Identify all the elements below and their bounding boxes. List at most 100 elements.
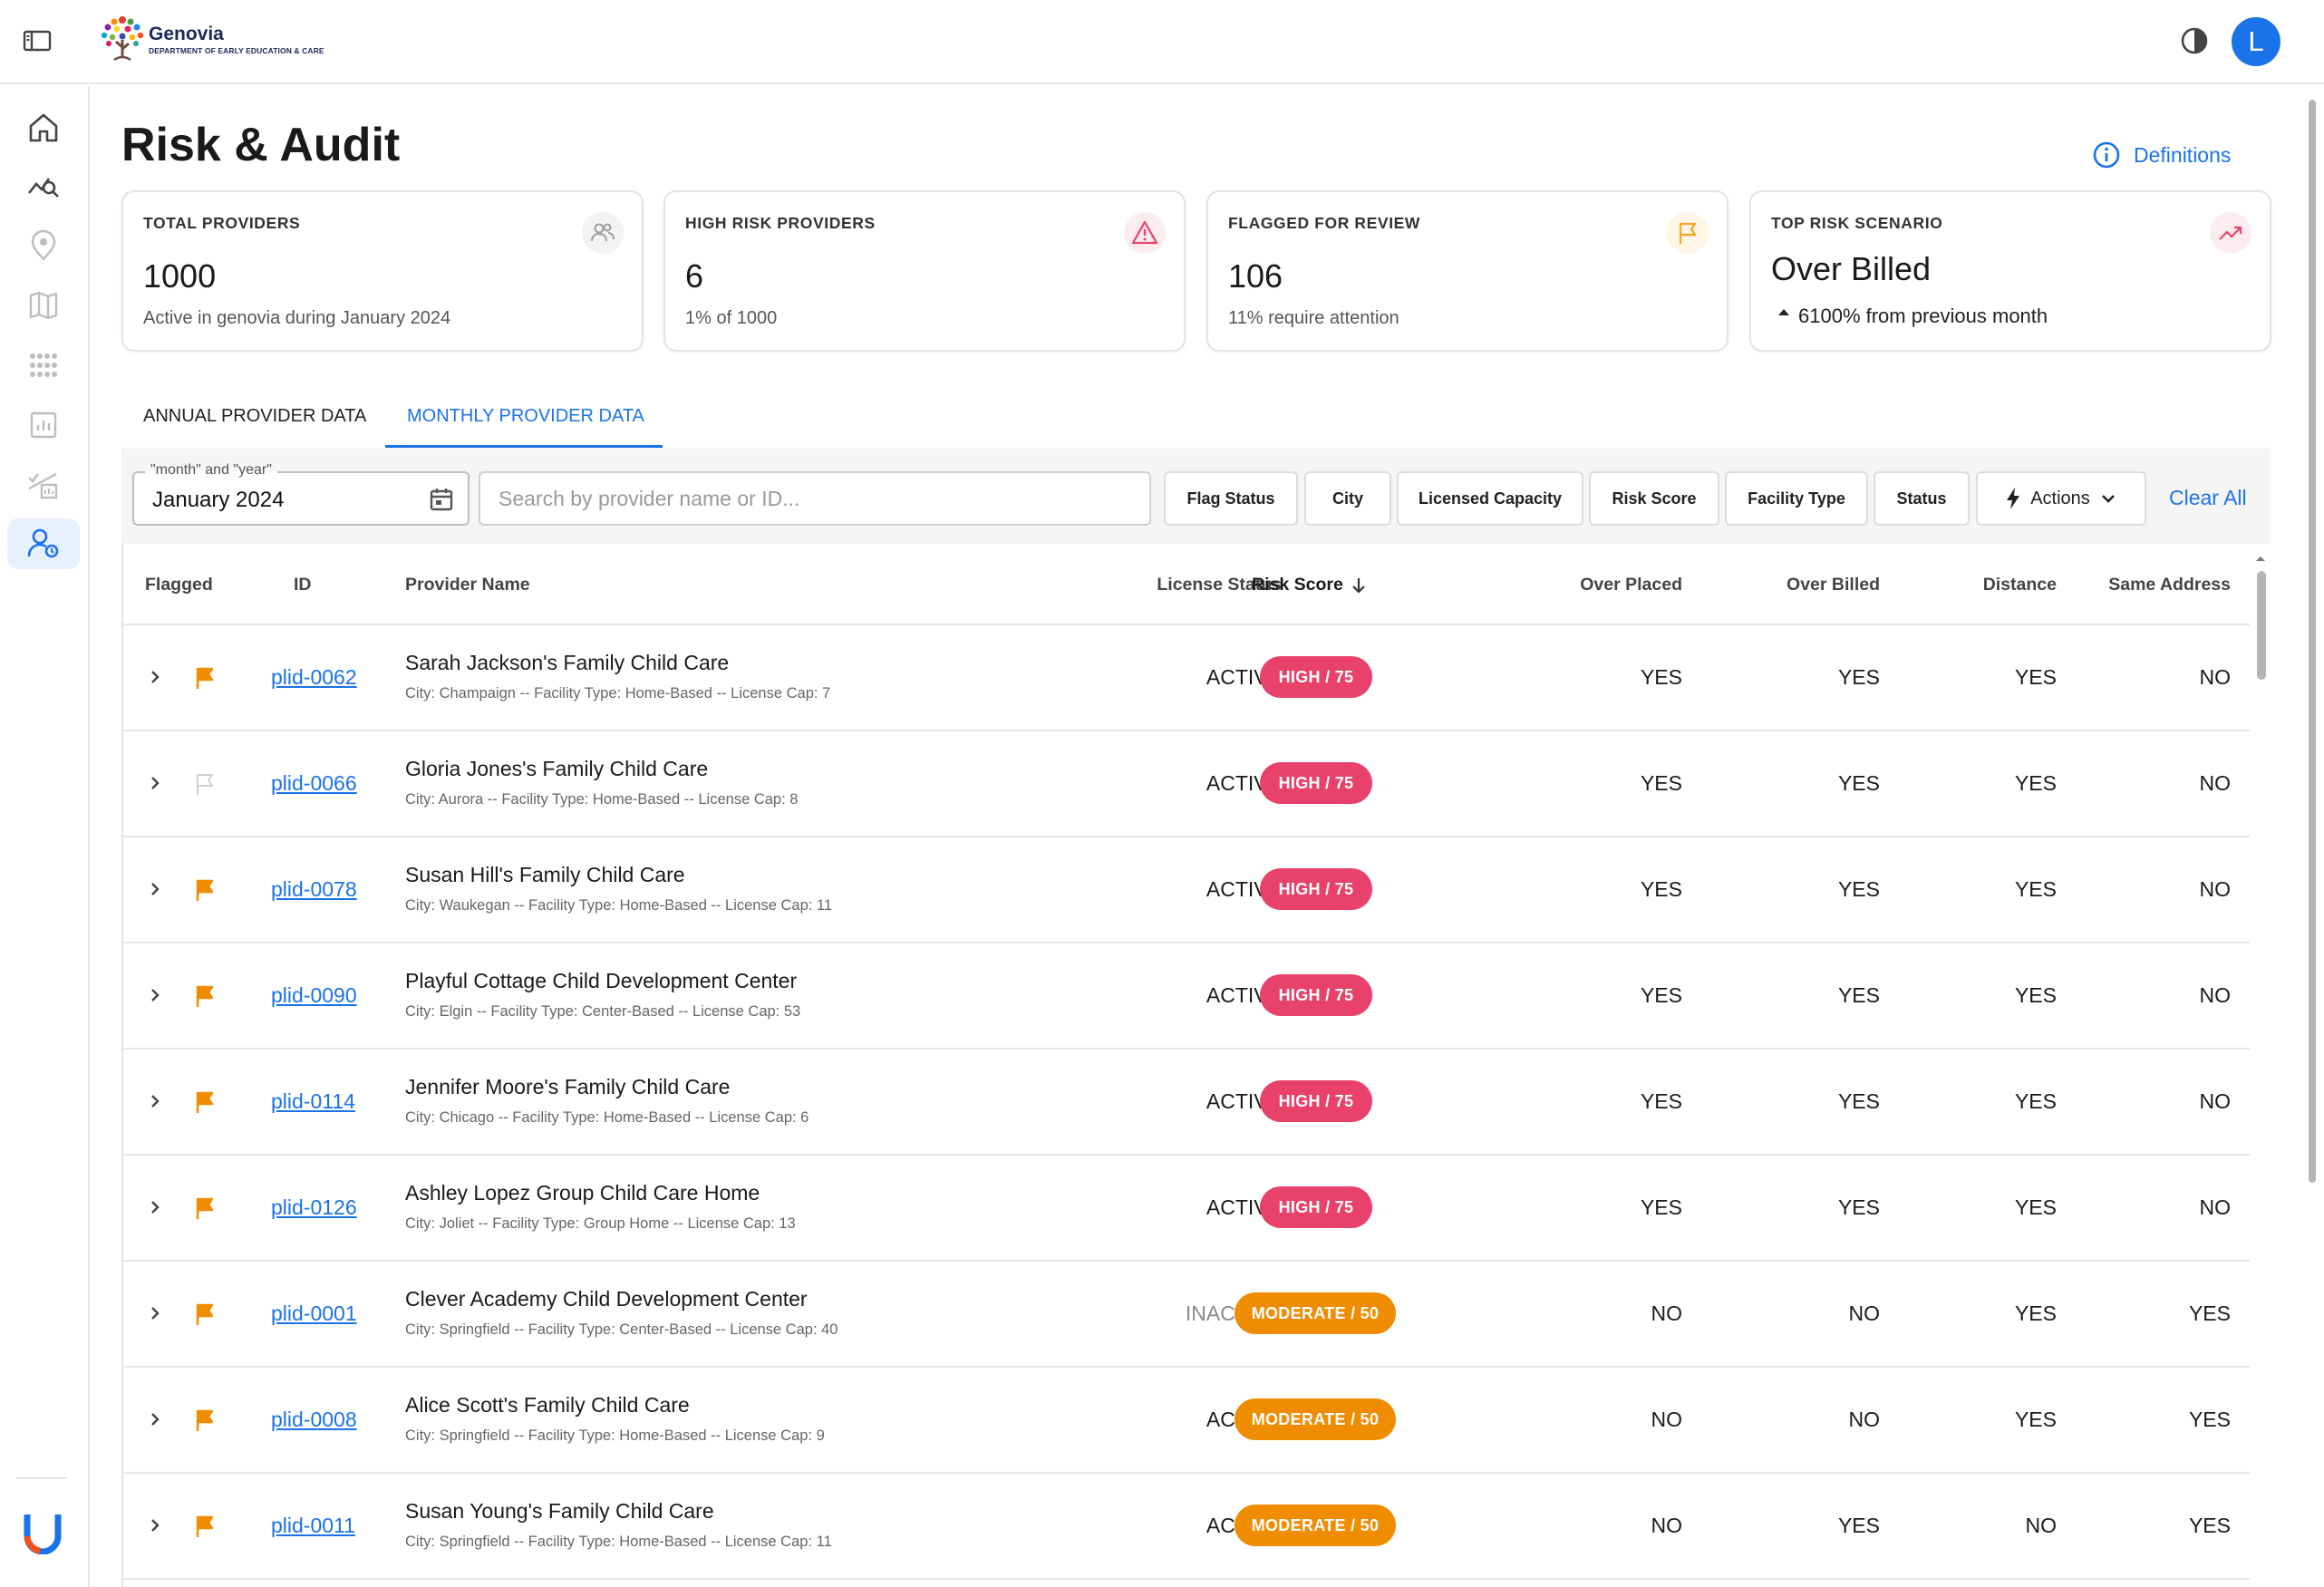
flag-filled-icon[interactable] xyxy=(192,1514,218,1539)
tab-annual-provider-data[interactable]: ANNUAL PROVIDER DATA xyxy=(143,390,366,448)
provider-id-link[interactable]: plid-0114 xyxy=(271,1089,355,1114)
risk-score-badge: MODERATE / 50 xyxy=(1235,1398,1396,1440)
table-row[interactable]: plid-0114 Jennifer Moore's Family Child C… xyxy=(123,1050,2250,1156)
top-bar: Genovia DEPARTMENT OF EARLY EDUCATION & … xyxy=(0,0,2324,84)
brand-subtitle: DEPARTMENT OF EARLY EDUCATION & CARE xyxy=(149,46,324,55)
calendar-icon[interactable] xyxy=(428,486,455,513)
genovia-logo-icon[interactable] xyxy=(94,13,150,65)
col-same-address[interactable]: Same Address xyxy=(2108,575,2231,595)
col-over-billed[interactable]: Over Billed xyxy=(1787,575,1880,595)
same-address-value: NO xyxy=(2199,665,2232,689)
filter-city-button[interactable]: City xyxy=(1304,471,1391,526)
user-avatar[interactable]: L xyxy=(2232,17,2280,66)
filter-facility-type-button[interactable]: Facility Type xyxy=(1725,471,1868,526)
provider-id-link[interactable]: plid-0011 xyxy=(271,1514,355,1538)
provider-meta: City: Champaign -- Facility Type: Home-B… xyxy=(405,685,831,702)
expand-row-chevron-icon[interactable] xyxy=(145,985,165,1005)
risk-score-badge: MODERATE / 50 xyxy=(1235,1292,1396,1334)
provider-search-input[interactable] xyxy=(479,471,1151,526)
kpi-label: TOP RISK SCENARIO xyxy=(1771,214,1943,232)
flag-filled-icon[interactable] xyxy=(192,1195,218,1221)
flag-filled-icon[interactable] xyxy=(192,983,218,1009)
table-row[interactable]: plid-0090 Playful Cottage Child Developme… xyxy=(123,943,2250,1050)
table-scrollbar-thumb[interactable] xyxy=(2257,571,2266,680)
provider-id-link[interactable]: plid-0066 xyxy=(271,771,357,796)
expand-row-chevron-icon[interactable] xyxy=(145,1091,165,1111)
filter-risk-score-button[interactable]: Risk Score xyxy=(1589,471,1719,526)
nav-analytics-search-icon[interactable] xyxy=(20,162,67,209)
table-row[interactable]: plid-0062 Sarah Jackson's Family Child Ca… xyxy=(123,625,2250,731)
expand-row-chevron-icon[interactable] xyxy=(145,1409,165,1429)
filter-licensed-capacity-button[interactable]: Licensed Capacity xyxy=(1397,471,1583,526)
page-scrollbar-thumb[interactable] xyxy=(2309,100,2316,1183)
warning-icon xyxy=(1124,212,1166,254)
col-distance[interactable]: Distance xyxy=(1983,575,2057,595)
page-scrollbar[interactable] xyxy=(2306,91,2319,1587)
provider-id-link[interactable]: plid-0126 xyxy=(271,1195,357,1220)
sidebar-toggle-icon[interactable] xyxy=(20,25,54,56)
over-placed-value: YES xyxy=(1640,1089,1682,1113)
risk-score-badge: HIGH / 75 xyxy=(1260,1186,1372,1228)
expand-row-chevron-icon[interactable] xyxy=(145,1515,165,1535)
provider-id-link[interactable]: plid-0090 xyxy=(271,983,357,1008)
col-id[interactable]: ID xyxy=(294,575,312,595)
clear-all-link[interactable]: Clear All xyxy=(2169,486,2247,510)
expand-row-chevron-icon[interactable] xyxy=(145,879,165,899)
expand-row-chevron-icon[interactable] xyxy=(145,1303,165,1323)
provider-id-link[interactable]: plid-0062 xyxy=(271,665,357,690)
filter-status-button[interactable]: Status xyxy=(1874,471,1970,526)
table-row[interactable]: plid-0008 Alice Scott's Family Child Care… xyxy=(123,1368,2250,1474)
provider-table: Flagged ID Provider Name License Status … xyxy=(121,544,2250,1587)
provider-name: Sarah Jackson's Family Child Care xyxy=(405,651,730,674)
nav-checklist-chart-icon[interactable] xyxy=(20,461,67,508)
lightning-icon xyxy=(2007,488,2020,509)
flag-filled-icon[interactable] xyxy=(192,1089,218,1115)
col-over-placed[interactable]: Over Placed xyxy=(1580,575,1682,595)
flag-filled-icon[interactable] xyxy=(192,665,218,691)
nav-apps-grid-icon[interactable] xyxy=(20,342,67,389)
table-header: Flagged ID Provider Name License Status … xyxy=(123,544,2250,625)
definitions-label: Definitions xyxy=(2134,142,2232,167)
nav-map-icon[interactable] xyxy=(20,282,67,329)
tab-monthly-provider-data[interactable]: MONTHLY PROVIDER DATA xyxy=(385,390,663,448)
theme-toggle-icon[interactable] xyxy=(2178,24,2211,57)
nav-user-audit-icon[interactable] xyxy=(7,518,80,569)
expand-row-chevron-icon[interactable] xyxy=(145,773,165,793)
flag-filled-icon[interactable] xyxy=(192,1302,218,1327)
table-row[interactable]: plid-0066 Gloria Jones's Family Child Car… xyxy=(123,731,2250,837)
provider-name: Alice Scott's Family Child Care xyxy=(405,1393,690,1417)
distance-value: YES xyxy=(2014,877,2057,901)
expand-row-chevron-icon[interactable] xyxy=(145,667,165,687)
kpi-value: 106 xyxy=(1228,257,1283,295)
over-placed-value: YES xyxy=(1640,983,1682,1007)
actions-menu-button[interactable]: Actions xyxy=(1976,471,2146,526)
filter-flag-status-button[interactable]: Flag Status xyxy=(1164,471,1298,526)
provider-id-link[interactable]: plid-0078 xyxy=(271,877,357,902)
same-address-value: NO xyxy=(2199,771,2232,795)
kpi-value: 6 xyxy=(685,257,704,295)
same-address-value: YES xyxy=(2188,1408,2231,1431)
col-flagged[interactable]: Flagged xyxy=(145,575,213,595)
month-year-picker[interactable]: "month" and "year" January 2024 xyxy=(132,462,470,526)
table-row[interactable]: plid-0126 Ashley Lopez Group Child Care H… xyxy=(123,1156,2250,1262)
actions-label: Actions xyxy=(2030,488,2090,508)
flag-outline-icon[interactable] xyxy=(192,771,218,797)
provider-id-link[interactable]: plid-0001 xyxy=(271,1302,357,1326)
definitions-link[interactable]: Definitions xyxy=(2092,140,2231,169)
flag-filled-icon[interactable] xyxy=(192,877,218,903)
nav-home-icon[interactable] xyxy=(20,104,67,151)
col-provider-name[interactable]: Provider Name xyxy=(405,575,530,595)
table-row[interactable]: plid-0078 Susan Hill's Family Child Care C… xyxy=(123,837,2250,943)
nav-location-pin-icon[interactable] xyxy=(20,222,67,269)
col-risk-score[interactable]: Risk Score xyxy=(1252,575,1367,595)
expand-row-chevron-icon[interactable] xyxy=(145,1197,165,1217)
provider-meta: City: Aurora -- Facility Type: Home-Base… xyxy=(405,791,799,808)
kpi-label: TOTAL PROVIDERS xyxy=(143,214,301,232)
nav-report-chart-icon[interactable] xyxy=(20,402,67,449)
provider-id-link[interactable]: plid-0008 xyxy=(271,1408,357,1432)
table-row[interactable]: plid-0011 Susan Young's Family Child Care… xyxy=(123,1474,2250,1580)
table-row[interactable]: plid-0001 Clever Academy Child Developmen… xyxy=(123,1262,2250,1368)
risk-score-badge: HIGH / 75 xyxy=(1260,762,1372,804)
table-scrollbar[interactable] xyxy=(2250,551,2271,1587)
flag-filled-icon[interactable] xyxy=(192,1408,218,1433)
